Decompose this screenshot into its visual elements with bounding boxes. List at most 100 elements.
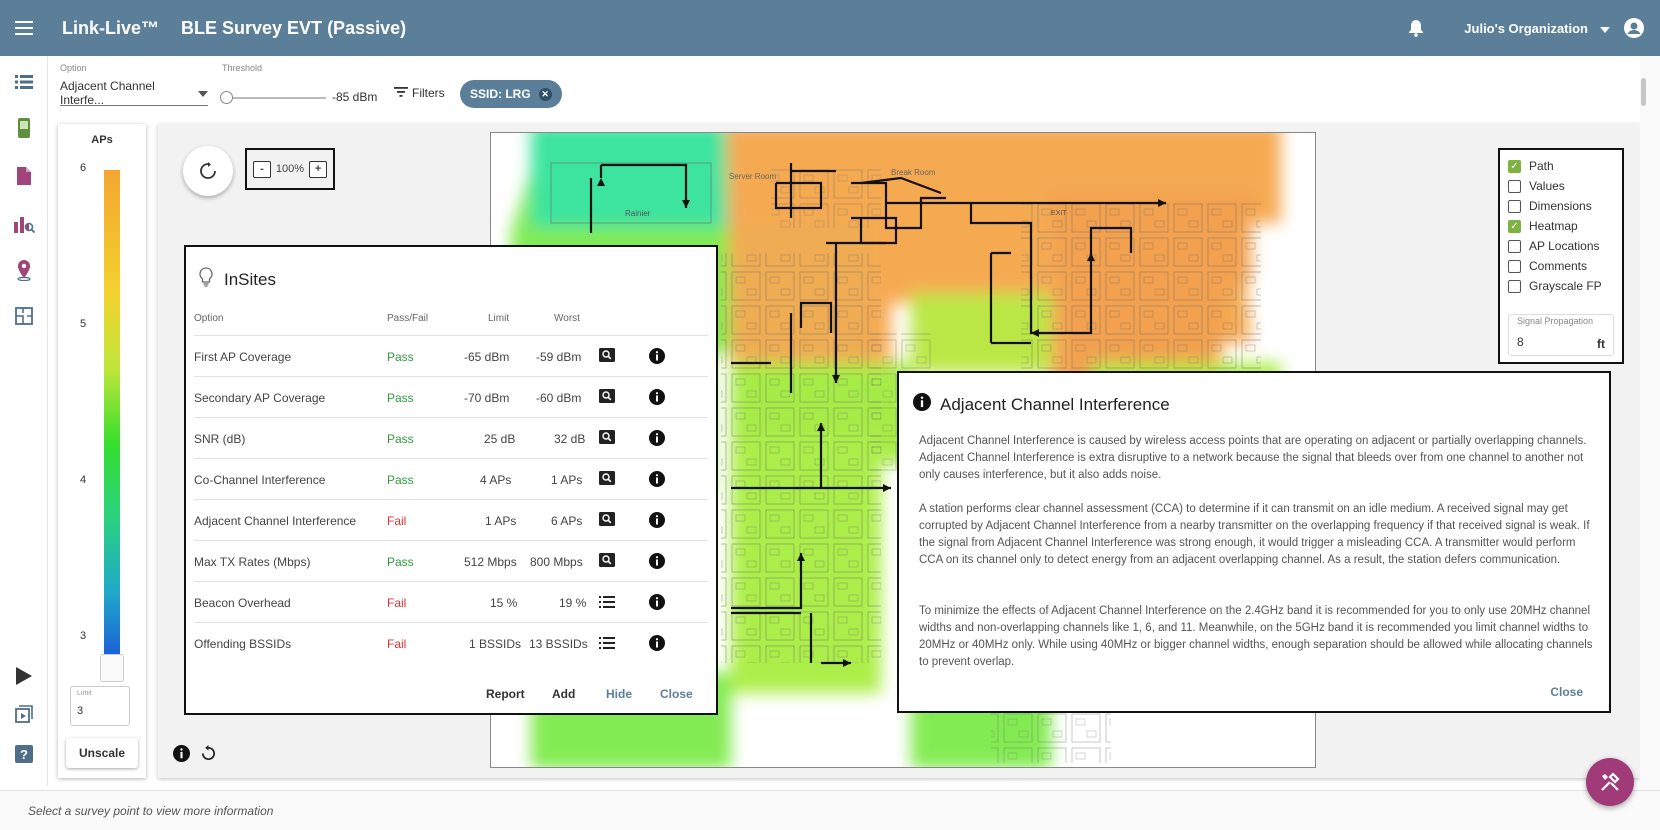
layer-label: Grayscale FP: [1529, 279, 1602, 293]
option-select-value: Adjacent Channel Interfe...: [60, 78, 155, 107]
room-label: Rainier: [625, 209, 651, 218]
threshold-slider-handle[interactable]: [220, 91, 233, 104]
list-icon[interactable]: [599, 637, 615, 652]
unscale-button[interactable]: Unscale: [66, 738, 138, 768]
chip-remove-icon[interactable]: ✕: [538, 87, 552, 101]
row-option: Beacon Overhead: [194, 596, 291, 610]
checkbox-icon: [1508, 179, 1521, 193]
search-icon[interactable]: [599, 471, 615, 488]
menu-icon[interactable]: [0, 21, 48, 35]
report-button[interactable]: Report: [486, 687, 525, 701]
list-icon[interactable]: [599, 596, 615, 611]
aci-close-button[interactable]: Close: [1550, 685, 1583, 699]
row-limit: 1 APs: [485, 514, 517, 528]
checkbox-icon: [1508, 199, 1521, 213]
zoom-level: 100%: [275, 163, 305, 175]
option-select[interactable]: Adjacent Channel Interfe...: [60, 78, 208, 107]
scrollbar-thumb[interactable]: [1641, 78, 1646, 106]
device-icon[interactable]: [12, 116, 36, 140]
row-limit: -65 dBm: [464, 350, 510, 364]
document-icon[interactable]: [12, 164, 36, 188]
row-limit: 1 BSSIDs: [469, 637, 522, 651]
play-icon[interactable]: [12, 664, 36, 688]
checkbox-icon: [1508, 259, 1521, 273]
org-name: Julio's Organization: [1464, 20, 1588, 36]
search-icon[interactable]: [599, 348, 615, 365]
room-label: EXIT: [1051, 210, 1067, 217]
scale-title: APs: [91, 134, 113, 146]
caret-down-icon: [198, 86, 208, 100]
info-icon[interactable]: [649, 348, 665, 367]
filters-button[interactable]: Filters: [394, 86, 445, 100]
playlist-icon[interactable]: [12, 702, 36, 726]
insites-row: First AP Coverage Pass -65 dBm -59 dBm: [194, 335, 708, 376]
zoom-in-button[interactable]: +: [309, 160, 328, 178]
info-icon[interactable]: [649, 430, 665, 449]
insites-close-button[interactable]: Close: [660, 687, 693, 701]
vertical-scrollbar[interactable]: [1640, 56, 1660, 790]
layer-label: Comments: [1529, 259, 1588, 273]
search-icon[interactable]: [599, 553, 615, 570]
checkbox-checked-icon: ✓: [1508, 159, 1521, 173]
zoom-out-button[interactable]: -: [252, 160, 271, 178]
col-header-passfail: Pass/Fail: [387, 313, 429, 324]
rotate-map-button[interactable]: [183, 146, 233, 196]
account-icon[interactable]: [1624, 18, 1644, 38]
room-label: Server Room: [729, 172, 776, 181]
brand-name: Link-Live™: [62, 17, 160, 38]
search-icon[interactable]: [599, 389, 615, 406]
info-icon[interactable]: [649, 512, 665, 531]
search-icon[interactable]: [599, 512, 615, 529]
add-button[interactable]: Add: [552, 687, 575, 701]
row-option: Adjacent Channel Interference: [194, 514, 357, 528]
scale-handle[interactable]: [100, 654, 124, 682]
location-pin-icon[interactable]: [12, 258, 36, 282]
limit-value: 3: [77, 705, 84, 717]
row-worst: 19 %: [559, 596, 587, 610]
list-view-icon[interactable]: [12, 70, 36, 94]
layer-path-toggle[interactable]: ✓ Path: [1508, 158, 1554, 174]
row-status: Pass: [387, 432, 414, 446]
row-status: Fail: [387, 637, 407, 651]
scale-tick: 5: [80, 318, 87, 330]
layer-toggles-panel: ✓ Path Values Dimensions ✓ Heatmap AP Loca…: [1498, 148, 1624, 364]
layer-comments-toggle[interactable]: Comments: [1508, 258, 1587, 274]
ssid-filter-chip[interactable]: SSID: LRG ✕: [460, 80, 562, 108]
help-icon[interactable]: ?: [12, 742, 36, 766]
layer-heatmap-toggle[interactable]: ✓ Heatmap: [1508, 218, 1578, 234]
analytics-icon[interactable]: [12, 212, 36, 236]
hide-button[interactable]: Hide: [606, 687, 632, 701]
info-icon[interactable]: [649, 389, 665, 408]
row-status: Pass: [387, 555, 414, 569]
layer-label: Dimensions: [1529, 199, 1592, 213]
ssid-chip-label: SSID: LRG: [470, 87, 531, 101]
option-label: Option: [60, 63, 87, 73]
filter-icon: [394, 86, 408, 100]
row-option: Offending BSSIDs: [194, 637, 292, 651]
aci-paragraph: A station performs clear channel assessm…: [919, 503, 1590, 566]
row-worst: 6 APs: [551, 514, 583, 528]
layer-grayscale-toggle[interactable]: Grayscale FP: [1508, 278, 1602, 294]
layer-ap-locations-toggle[interactable]: AP Locations: [1508, 238, 1600, 254]
info-icon[interactable]: [173, 745, 190, 767]
bell-icon[interactable]: [1408, 19, 1424, 37]
reset-icon[interactable]: [200, 745, 217, 767]
floorplan-icon[interactable]: [12, 304, 36, 328]
tools-fab-button[interactable]: [1586, 758, 1634, 806]
row-option: First AP Coverage: [194, 350, 292, 364]
row-worst: -60 dBm: [536, 391, 582, 405]
org-selector[interactable]: Julio's Organization: [1464, 21, 1610, 36]
page-title: BLE Survey EVT (Passive): [181, 17, 407, 38]
info-icon[interactable]: [649, 635, 665, 654]
info-icon[interactable]: [649, 471, 665, 490]
layer-dimensions-toggle[interactable]: Dimensions: [1508, 198, 1592, 214]
info-icon[interactable]: [649, 594, 665, 613]
limit-field[interactable]: Limit 3: [70, 686, 130, 726]
threshold-slider-track[interactable]: [226, 97, 326, 99]
search-icon[interactable]: [599, 430, 615, 447]
signal-propagation-field[interactable]: Signal Propagation 8 ft: [1508, 314, 1614, 356]
row-worst: 800 Mbps: [530, 555, 583, 569]
layer-values-toggle[interactable]: Values: [1508, 178, 1565, 194]
row-option: Max TX Rates (Mbps): [194, 555, 311, 569]
info-icon[interactable]: [649, 553, 665, 572]
